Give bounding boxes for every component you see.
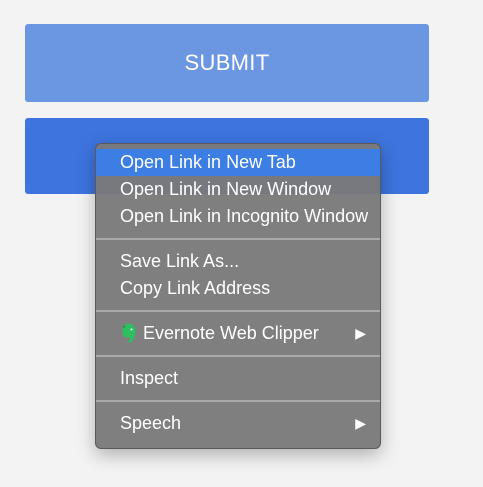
menu-separator xyxy=(96,310,380,312)
menu-item-speech[interactable]: Speech ▶ xyxy=(96,410,380,437)
submenu-arrow-icon: ▶ xyxy=(355,325,366,341)
submit-button[interactable]: SUBMIT xyxy=(25,24,429,102)
menu-item-open-link-incognito[interactable]: Open Link in Incognito Window xyxy=(96,203,380,230)
menu-item-label: Open Link in Incognito Window xyxy=(120,206,369,226)
menu-item-label: Open Link in New Tab xyxy=(120,152,296,172)
menu-item-label: Evernote Web Clipper xyxy=(143,323,319,343)
menu-item-label: Open Link in New Window xyxy=(120,179,332,199)
menu-separator xyxy=(96,400,380,402)
menu-item-label: Save Link As... xyxy=(120,251,240,271)
evernote-icon xyxy=(122,323,136,343)
menu-item-label: Speech xyxy=(120,413,182,433)
menu-item-label: Inspect xyxy=(120,368,179,388)
menu-item-evernote-web-clipper[interactable]: Evernote Web Clipper ▶ xyxy=(96,320,380,347)
menu-separator xyxy=(96,355,380,357)
menu-item-open-link-new-window[interactable]: Open Link in New Window xyxy=(96,176,380,203)
menu-item-copy-link-address[interactable]: Copy Link Address xyxy=(96,275,380,302)
menu-separator xyxy=(96,238,380,240)
submenu-arrow-icon: ▶ xyxy=(355,415,366,431)
menu-item-save-link-as[interactable]: Save Link As... xyxy=(96,248,380,275)
menu-item-open-link-new-tab[interactable]: Open Link in New Tab xyxy=(96,149,380,176)
menu-item-label: Copy Link Address xyxy=(120,278,271,298)
context-menu: Open Link in New Tab Open Link in New Wi… xyxy=(95,143,381,449)
menu-item-inspect[interactable]: Inspect xyxy=(96,365,380,392)
